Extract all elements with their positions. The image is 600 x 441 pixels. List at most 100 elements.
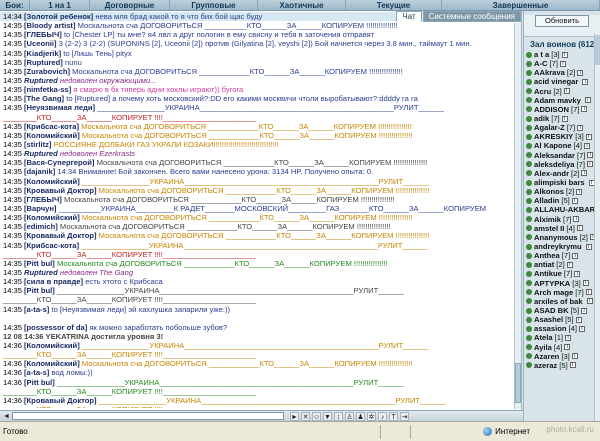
message-author[interactable]: [Коломийский] — [24, 213, 80, 222]
info-icon[interactable]: i — [576, 225, 583, 232]
message-time[interactable]: 14:35 — [3, 140, 22, 149]
player-name[interactable]: ALLAHU-AKBAR — [534, 205, 595, 214]
message-time[interactable]: 14:35 — [3, 94, 22, 103]
player-name[interactable]: aleksdeliya — [534, 160, 575, 169]
battle-tab[interactable]: Договорные — [90, 0, 170, 10]
message-time[interactable]: 14:35 — [3, 305, 22, 314]
player-name[interactable]: Asashel — [534, 315, 563, 324]
player-row[interactable]: adik [7] i — [524, 114, 600, 123]
tab-system-messages[interactable]: Системные сообщения — [422, 11, 521, 22]
message-author[interactable]: [Pitt bul] — [24, 378, 55, 387]
message-time[interactable]: 14:35 — [3, 39, 22, 48]
message-author[interactable]: [Коломийский] — [24, 131, 80, 140]
message-author[interactable]: [ГЛЕБЫЧ] — [24, 195, 62, 204]
player-name[interactable]: adik — [534, 114, 549, 123]
message-author[interactable]: [Uceonii] — [24, 39, 57, 48]
player-row[interactable]: Anthea [7] i — [524, 251, 600, 260]
player-row[interactable]: ASAD BK [5] i — [524, 306, 600, 315]
player-name[interactable]: Alkonos — [534, 187, 564, 196]
player-row[interactable]: ADDISON [7] i — [524, 105, 600, 114]
clear-icon[interactable]: ✕ — [301, 412, 310, 421]
message-author[interactable]: [The Gang] — [24, 94, 64, 103]
message-time[interactable]: 14:35 — [3, 204, 22, 213]
send-icon[interactable]: ► — [290, 412, 299, 421]
player-row[interactable]: aleksdeliya [7] i — [524, 160, 600, 169]
sound-icon[interactable]: ♪ — [378, 412, 387, 421]
player-row[interactable]: amstel II [4] i — [524, 224, 600, 233]
message-time[interactable]: 14:35 — [3, 58, 22, 67]
message-time[interactable]: 14:35 — [3, 49, 22, 58]
player-name[interactable]: Alladin — [534, 196, 559, 205]
info-icon[interactable]: i — [575, 316, 582, 323]
player-name[interactable]: azeraz — [534, 361, 557, 370]
player-row[interactable]: a t a [3] i — [524, 50, 600, 59]
group-icon[interactable]: ♟ — [356, 412, 365, 421]
player-row[interactable]: Ayila [4] i — [524, 343, 600, 352]
battle-tab[interactable]: Текущие — [346, 0, 442, 10]
player-row[interactable]: A-C [7] i — [524, 59, 600, 68]
player-name[interactable]: acid vinegar — [534, 77, 578, 86]
player-name[interactable]: AKRESKIY — [534, 132, 573, 141]
info-icon[interactable]: i — [571, 197, 578, 204]
player-row[interactable]: antiat [2] i — [524, 260, 600, 269]
message-time[interactable]: 14:35 — [3, 85, 22, 94]
player-row[interactable]: azeraz [5] i — [524, 361, 600, 370]
message-time[interactable]: 14:35 — [3, 103, 22, 112]
player-row[interactable]: AAkrava [2] i — [524, 68, 600, 77]
player-row[interactable]: Alkonos [2] i — [524, 187, 600, 196]
player-row[interactable]: Arch mage [7] i — [524, 288, 600, 297]
message-time[interactable]: 14:36 — [3, 368, 22, 377]
message-time[interactable]: 14:36 — [3, 359, 22, 368]
message-author[interactable]: [ГЛЕБЫЧ] — [24, 30, 62, 39]
player-row[interactable]: Antikue [7] i — [524, 269, 600, 278]
player-row[interactable]: Azaren [3] i — [524, 352, 600, 361]
player-name[interactable]: Al Kapone — [534, 141, 572, 150]
player-name[interactable]: Adam mavky — [534, 96, 581, 105]
player-row[interactable]: alimpiski bars i — [524, 178, 600, 187]
message-time[interactable]: 14:35 — [3, 131, 22, 140]
player-row[interactable]: Asashel [5] i — [524, 315, 600, 324]
info-icon[interactable]: i — [569, 362, 576, 369]
message-author[interactable]: [Коломийский] — [24, 359, 80, 368]
message-author[interactable]: [Вася-Супергерой] — [24, 158, 94, 167]
player-name[interactable]: Alex-andr — [534, 169, 569, 178]
player-row[interactable]: Ananymous [2] i — [524, 233, 600, 242]
message-time[interactable]: 14:35 — [3, 222, 22, 231]
message-author[interactable]: [possessor of da] — [24, 323, 87, 332]
player-row[interactable]: APTYPKA [3] i — [524, 279, 600, 288]
player-name[interactable]: Agalar-Z — [534, 123, 565, 132]
player-name[interactable]: ADDISON — [534, 105, 569, 114]
battle-tab[interactable]: Групповые — [170, 0, 258, 10]
info-icon[interactable]: i — [573, 216, 580, 223]
message-author[interactable]: [Bloody artist] — [24, 21, 75, 30]
chat-scroll-thumb[interactable] — [515, 363, 521, 403]
person-icon[interactable]: ♙ — [345, 412, 354, 421]
message-author[interactable]: [Кровавый Доктор] — [24, 231, 97, 240]
battle-tab[interactable]: Хаотичные — [258, 0, 346, 10]
player-name[interactable]: alimpiski bars — [534, 178, 585, 187]
info-icon[interactable]: i — [566, 261, 573, 268]
message-time[interactable]: 14:35 — [3, 158, 22, 167]
info-icon[interactable]: i — [574, 270, 581, 277]
info-icon[interactable]: i — [581, 307, 588, 314]
player-row[interactable]: Aleksandar [7] i — [524, 151, 600, 160]
message-author[interactable]: Ruptured — [24, 268, 58, 277]
player-row[interactable]: Acru [2] i — [524, 87, 600, 96]
speaker-icon[interactable]: ◄ — [2, 412, 11, 421]
info-icon[interactable]: i — [584, 142, 591, 149]
message-time[interactable]: 14:35 — [3, 286, 22, 295]
message-time[interactable]: 14:35 — [3, 231, 22, 240]
battle-tab[interactable]: Бои: — [0, 0, 30, 10]
message-time[interactable]: 14:35 — [3, 268, 22, 277]
info-icon[interactable]: i — [585, 289, 592, 296]
player-name[interactable]: arxiles of bak — [534, 297, 583, 306]
chat-scrollbar[interactable] — [514, 23, 521, 409]
message-author[interactable]: [Zurabovich] — [24, 67, 70, 76]
info-icon[interactable]: i — [578, 325, 585, 332]
exit-icon[interactable]: ⇥ — [400, 412, 409, 421]
message-author[interactable]: [nimfetka-ss] — [24, 85, 71, 94]
message-author[interactable]: Ruptured — [24, 149, 58, 158]
message-time[interactable]: 14:35 — [3, 259, 22, 268]
player-name[interactable]: Ayila — [534, 343, 552, 352]
message-author[interactable]: Ruptured — [24, 76, 58, 85]
